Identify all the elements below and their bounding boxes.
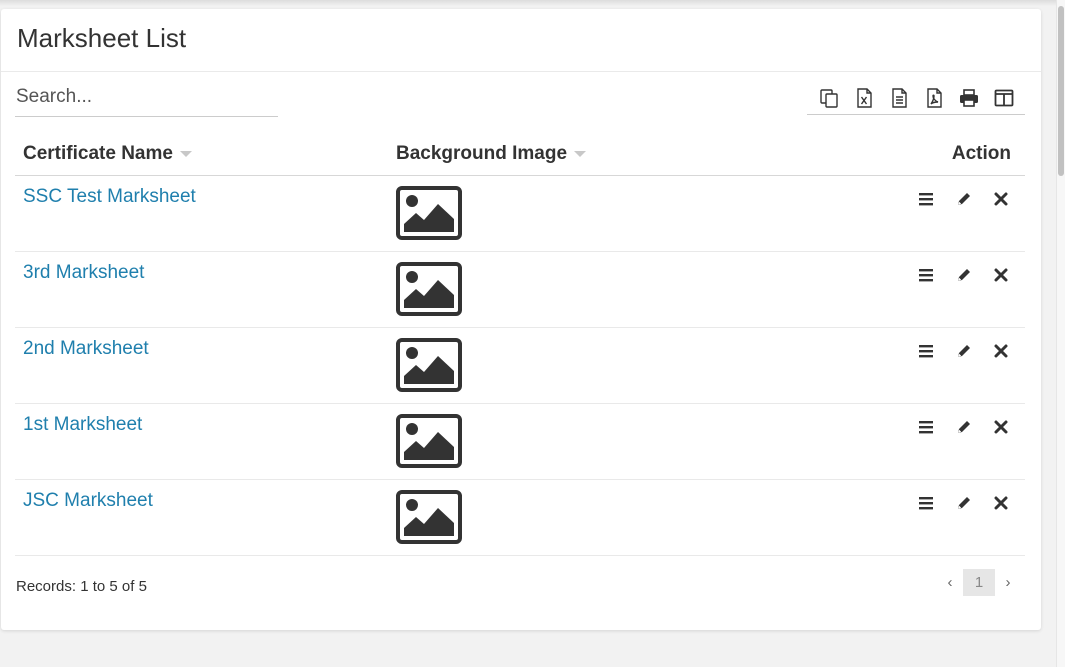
table-row: SSC Test Marksheet (15, 175, 1025, 252)
search-input[interactable] (15, 80, 278, 114)
columns-icon[interactable] (991, 85, 1017, 111)
table-row: 3rd Marksheet (15, 251, 1025, 328)
table-header-row: Certificate Name Background Image Action (15, 133, 1025, 176)
pencil-icon[interactable] (954, 189, 974, 209)
print-icon[interactable] (956, 85, 982, 111)
image-placeholder-icon (396, 261, 462, 316)
close-icon[interactable] (991, 493, 1011, 513)
pencil-icon[interactable] (954, 417, 974, 437)
panel-header: Marksheet List (1, 9, 1041, 72)
table-row: JSC Marksheet (15, 479, 1025, 556)
menu-icon[interactable] (916, 189, 936, 209)
close-icon[interactable] (991, 189, 1011, 209)
page-number-current[interactable]: 1 (963, 569, 995, 596)
sort-icon (179, 150, 192, 157)
export-toolbar (807, 81, 1025, 115)
close-icon[interactable] (991, 417, 1011, 437)
close-icon[interactable] (991, 341, 1011, 361)
pencil-icon[interactable] (954, 341, 974, 361)
certificate-name-link[interactable]: 1st Marksheet (23, 414, 142, 435)
image-placeholder-icon (396, 185, 462, 240)
copy-icon[interactable] (816, 85, 842, 111)
next-page-button[interactable]: › (995, 570, 1021, 596)
menu-icon[interactable] (916, 493, 936, 513)
pagination: ‹ 1 › (937, 569, 1021, 596)
top-shadow (0, 0, 1056, 6)
pencil-icon[interactable] (954, 493, 974, 513)
certificate-name-link[interactable]: SSC Test Marksheet (23, 186, 196, 207)
certificate-name-link[interactable]: JSC Marksheet (23, 490, 153, 511)
scrollbar[interactable] (1056, 0, 1065, 667)
marksheet-table: Certificate Name Background Image Action… (15, 133, 1025, 556)
pdf-icon[interactable] (921, 85, 947, 111)
sort-icon (574, 150, 587, 157)
menu-icon[interactable] (916, 265, 936, 285)
column-header-action: Action (876, 133, 1025, 176)
column-header-background-image[interactable]: Background Image (396, 133, 876, 176)
page-title: Marksheet List (17, 23, 187, 53)
scrollbar-thumb[interactable] (1058, 6, 1064, 176)
image-placeholder-icon (396, 413, 462, 468)
certificate-name-link[interactable]: 3rd Marksheet (23, 262, 144, 283)
menu-icon[interactable] (916, 341, 936, 361)
column-header-certificate-name[interactable]: Certificate Name (15, 133, 396, 176)
image-placeholder-icon (396, 489, 462, 544)
image-placeholder-icon (396, 337, 462, 392)
certificate-name-link[interactable]: 2nd Marksheet (23, 338, 149, 359)
search-box (15, 80, 278, 117)
excel-icon[interactable] (851, 85, 877, 111)
table-row: 2nd Marksheet (15, 327, 1025, 404)
close-icon[interactable] (991, 265, 1011, 285)
prev-page-button[interactable]: ‹ (937, 570, 963, 596)
table-row: 1st Marksheet (15, 403, 1025, 480)
csv-icon[interactable] (886, 85, 912, 111)
records-count: Records: 1 to 5 of 5 (16, 578, 147, 595)
menu-icon[interactable] (916, 417, 936, 437)
pencil-icon[interactable] (954, 265, 974, 285)
